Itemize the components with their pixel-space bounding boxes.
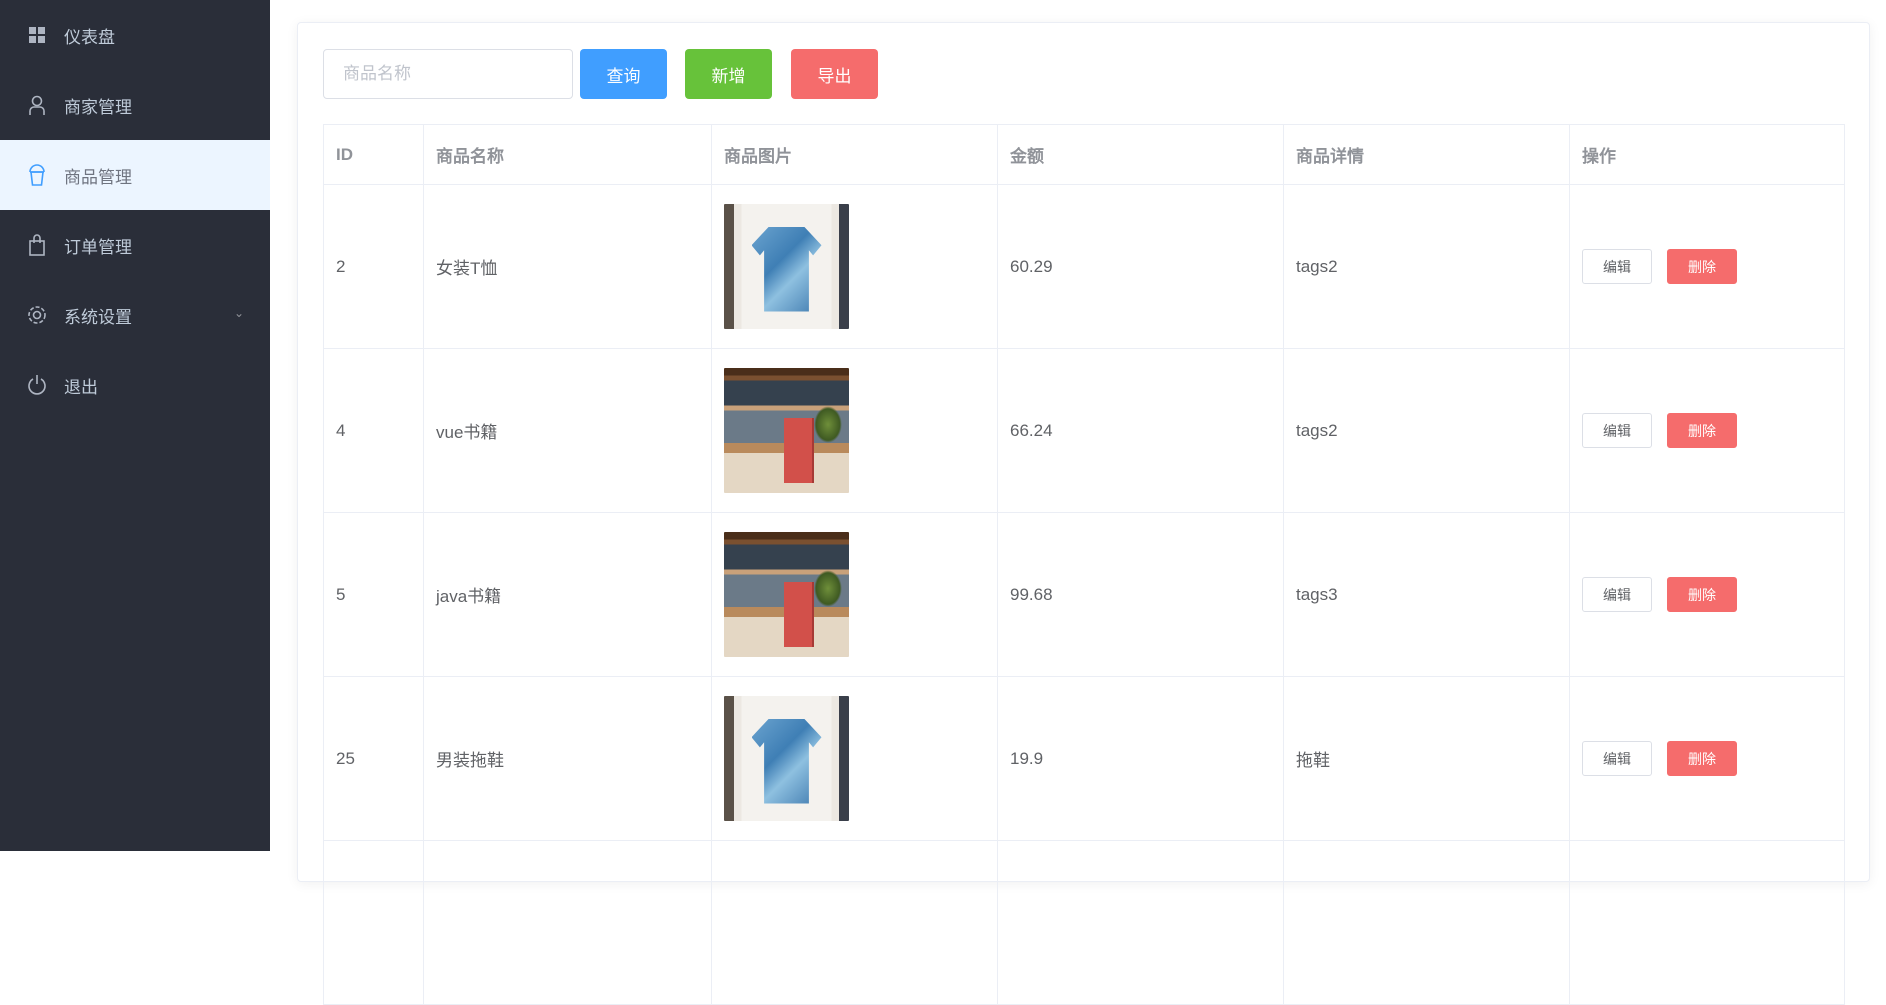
- sidebar-item-label: 订单管理: [64, 237, 132, 257]
- edit-button[interactable]: 编辑: [1582, 577, 1652, 612]
- column-header-image: 商品图片: [711, 124, 998, 185]
- delete-button[interactable]: 删除: [1667, 741, 1737, 776]
- sidebar-item-label: 商家管理: [64, 97, 132, 117]
- goods-card: 查询 新增 导出 ID 商品名称 商品图片 金额 商品详情 操作 2 女装T恤 …: [297, 22, 1870, 1005]
- gear-icon: [26, 304, 48, 326]
- power-icon: [26, 374, 48, 396]
- table-header-row: ID 商品名称 商品图片 金额 商品详情 操作: [323, 124, 1845, 185]
- sidebar-item-dashboard[interactable]: 仪表盘: [0, 0, 270, 70]
- table-row: [323, 840, 1845, 1005]
- column-header-id: ID: [323, 124, 424, 185]
- cell-name: java书籍: [423, 512, 712, 677]
- cell-detail: tags2: [1283, 348, 1570, 513]
- sidebar-item-label: 退出: [64, 377, 98, 397]
- cell-id: 2: [323, 184, 424, 349]
- main-content: 查询 新增 导出 ID 商品名称 商品图片 金额 商品详情 操作 2 女装T恤 …: [270, 0, 1886, 1005]
- sidebar-item-label: 商品管理: [64, 167, 132, 187]
- edit-button[interactable]: 编辑: [1582, 413, 1652, 448]
- cell-name: 男装拖鞋: [423, 676, 712, 841]
- toolbar: 查询 新增 导出: [323, 49, 878, 99]
- cell-actions: 编辑 删除: [1569, 512, 1845, 677]
- goods-name-search-input[interactable]: [323, 49, 573, 99]
- sidebar-item-merchants[interactable]: 商家管理: [0, 70, 270, 140]
- table-row: 2 女装T恤 60.29 tags2 编辑 删除: [323, 184, 1845, 349]
- cell-image: [711, 512, 998, 677]
- cell-detail: 拖鞋: [1283, 676, 1570, 841]
- cell-image: [711, 184, 998, 349]
- cell-amount: 60.29: [997, 184, 1284, 349]
- edit-button[interactable]: 编辑: [1582, 741, 1652, 776]
- cell-amount: 66.24: [997, 348, 1284, 513]
- sidebar-item-orders[interactable]: 订单管理: [0, 210, 270, 280]
- sidebar: 仪表盘 商家管理 商品管理 订单管理 系统设置 ⌄ 退出: [0, 0, 270, 851]
- chevron-down-icon: ⌄: [233, 306, 244, 320]
- cell-id: 5: [323, 512, 424, 677]
- cell-actions: 编辑 删除: [1569, 676, 1845, 841]
- cell-id: 25: [323, 676, 424, 841]
- cell-actions: 编辑 删除: [1569, 348, 1845, 513]
- add-button[interactable]: 新增: [685, 49, 772, 99]
- shopping-bag-icon: [26, 234, 48, 256]
- goods-table: ID 商品名称 商品图片 金额 商品详情 操作 2 女装T恤 60.29 tag…: [323, 124, 1845, 1005]
- cell-image: [711, 348, 998, 513]
- cell-name: vue书籍: [423, 348, 712, 513]
- column-header-amount: 金额: [997, 124, 1284, 185]
- cell-amount: 99.68: [997, 512, 1284, 677]
- cell-id: 4: [323, 348, 424, 513]
- product-image[interactable]: [724, 696, 849, 821]
- export-button[interactable]: 导出: [791, 49, 878, 99]
- cell-detail: tags2: [1283, 184, 1570, 349]
- sidebar-item-logout[interactable]: 退出: [0, 350, 270, 420]
- edit-button[interactable]: 编辑: [1582, 249, 1652, 284]
- table-row: 4 vue书籍 66.24 tags2 编辑 删除: [323, 348, 1845, 513]
- sidebar-item-settings[interactable]: 系统设置 ⌄: [0, 280, 270, 350]
- cell-actions: 编辑 删除: [1569, 184, 1845, 349]
- product-image[interactable]: [724, 368, 849, 493]
- cell-name: 女装T恤: [423, 184, 712, 349]
- product-image[interactable]: [724, 204, 849, 329]
- user-icon: [26, 94, 48, 116]
- cell-detail: tags3: [1283, 512, 1570, 677]
- sidebar-item-label: 仪表盘: [64, 27, 115, 47]
- dashboard-icon: [26, 24, 48, 46]
- column-header-actions: 操作: [1569, 124, 1845, 185]
- table-row: 25 男装拖鞋 19.9 拖鞋 编辑 删除: [323, 676, 1845, 841]
- column-header-detail: 商品详情: [1283, 124, 1570, 185]
- cell-image: [711, 676, 998, 841]
- cell-amount: 19.9: [997, 676, 1284, 841]
- sidebar-item-label: 系统设置: [64, 307, 132, 327]
- table-row: 5 java书籍 99.68 tags3 编辑 删除: [323, 512, 1845, 677]
- goods-icon: [26, 164, 48, 186]
- query-button[interactable]: 查询: [580, 49, 667, 99]
- column-header-name: 商品名称: [423, 124, 712, 185]
- delete-button[interactable]: 删除: [1667, 249, 1737, 284]
- delete-button[interactable]: 删除: [1667, 413, 1737, 448]
- delete-button[interactable]: 删除: [1667, 577, 1737, 612]
- product-image[interactable]: [724, 532, 849, 657]
- sidebar-item-goods[interactable]: 商品管理: [0, 140, 270, 210]
